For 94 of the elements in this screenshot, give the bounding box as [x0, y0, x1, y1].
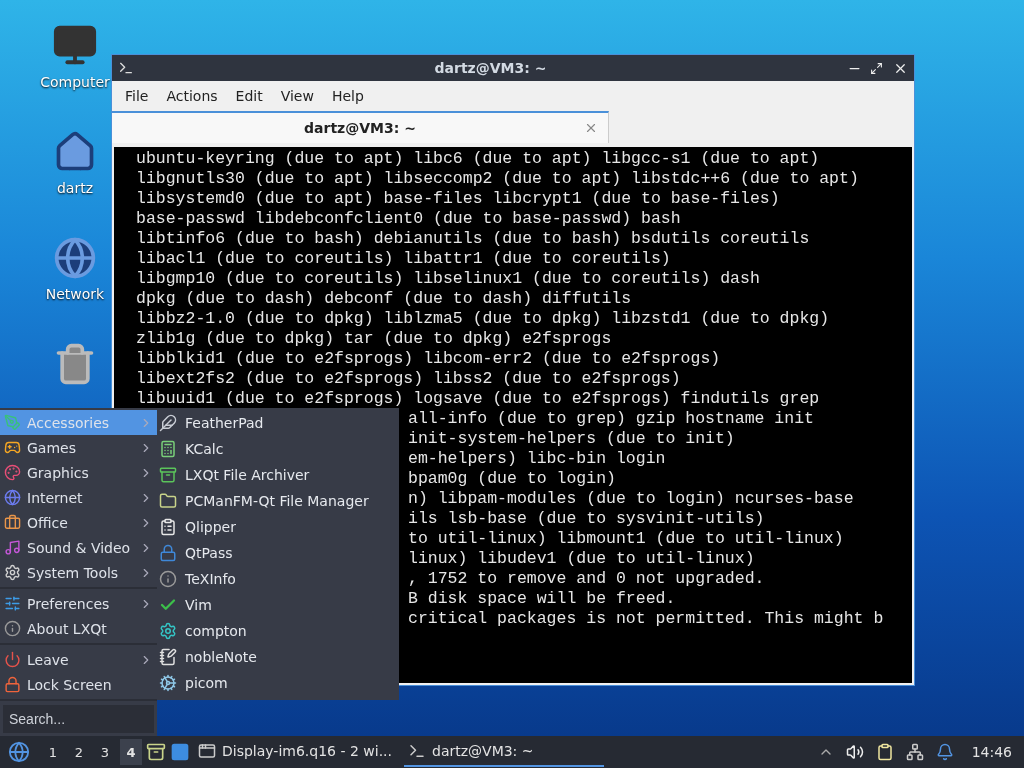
pen-icon [4, 414, 21, 431]
terminal-line: libbz2-1.0 (due to dpkg) liblzma5 (due to dpkg) libzstd1 (due to dpkg) [136, 309, 830, 329]
notebook-icon [159, 648, 177, 666]
terminal-line: libgmp10 (due to coreutils) libselinux1 (due to coreutils) dash [136, 269, 760, 289]
menu-category[interactable]: System Tools [0, 560, 157, 585]
desktop-switch[interactable]: 3 [94, 739, 116, 765]
terminal-line: bpam0g (due to login) [408, 469, 616, 489]
power-icon [4, 651, 21, 668]
menu-category[interactable]: Lock Screen [0, 672, 157, 697]
submenu-item[interactable]: nobleNote [157, 644, 399, 670]
terminal-line: init-system-helpers (due to init) [408, 429, 735, 449]
terminal-icon [408, 742, 426, 760]
submenu-item[interactable]: FeatherPad [157, 410, 399, 436]
menu-category[interactable]: Sound & Video [0, 535, 157, 560]
terminal-line: libacl1 (due to coreutils) libattr1 (due to coreutils) [136, 249, 671, 269]
globe-icon [4, 489, 21, 506]
terminal-line: libext2fs2 (due to e2fsprogs) libss2 (due to e2fsprogs) [136, 369, 681, 389]
terminal-line: to util-linux) libmount1 (due to util-linux) [408, 529, 844, 549]
briefcase-icon [4, 514, 21, 531]
terminal-line: libgnutls30 (due to apt) libseccomp2 (due to apt) libstdc++6 (due to apt) [136, 169, 859, 189]
menu-item[interactable]: View [271, 88, 323, 104]
menu-category[interactable]: Internet [0, 485, 157, 510]
menu-category[interactable]: About LXQt [0, 616, 157, 641]
menu-category[interactable]: Office [0, 510, 157, 535]
window-title: dartz@VM3: ~ [433, 60, 548, 76]
terminal-line: em-helpers) libc-bin login [408, 449, 666, 469]
notification-icon[interactable] [935, 743, 954, 761]
folder-icon [159, 492, 177, 510]
terminal-line: dpkg (due to dash) debconf (due to dash) diffutils [136, 289, 632, 309]
menu-item[interactable]: Actions [157, 88, 227, 104]
taskbar-task[interactable]: dartz@VM3: ~ [404, 737, 604, 767]
terminal-icon [118, 60, 134, 76]
terminal-line: critical packages is not permitted. This might b [408, 609, 884, 629]
terminal-line: base-passwd libdebconfclient0 (due to base-passwd) bash [136, 209, 681, 229]
desktop-icon-label[interactable]: Network [45, 286, 105, 302]
terminal-line: all-info (due to grep) gzip hostname init [408, 409, 814, 429]
menu-category[interactable]: Preferences [0, 591, 157, 616]
gamepad-icon [4, 439, 21, 456]
maximize-icon[interactable] [870, 61, 883, 75]
lock-icon [4, 676, 21, 693]
terminal-tab[interactable]: dartz@VM3: ~ [112, 111, 609, 143]
submenu-item[interactable]: PCManFM-Qt File Manager [157, 488, 399, 514]
palette-icon [4, 464, 21, 481]
desktop-switch[interactable]: 2 [68, 739, 90, 765]
terminal-line: libtinfo6 (due to bash) debianutils (due to bash) bsdutils coreutils [136, 229, 810, 249]
submenu-item[interactable]: compton [157, 618, 399, 644]
menu-item[interactable]: File [116, 88, 158, 104]
window-icon [198, 742, 216, 760]
terminal-line: libuuid1 (due to e2fsprogs) logsave (due to e2fsprogs) findutils grep [136, 389, 820, 409]
start-menu-icon[interactable] [8, 741, 30, 763]
sliders-icon [4, 595, 21, 612]
desktop-switch[interactable]: 4 [120, 739, 142, 765]
menu-category[interactable]: Games [0, 435, 157, 460]
menu-item[interactable]: Help [322, 88, 373, 104]
lock-icon [159, 544, 177, 562]
search-field[interactable]: Search... [3, 705, 154, 733]
menu-category[interactable]: Graphics [0, 460, 157, 485]
terminal-line: linux) libudev1 (due to util-linux) [408, 549, 755, 569]
submenu-item[interactable]: KCalc [157, 436, 399, 462]
submenu-item[interactable]: Qlipper [157, 514, 399, 540]
terminal-line: zlib1g (due to dpkg) tar (due to dpkg) e2fsprogs [136, 329, 612, 349]
submenu-item[interactable]: Vim [157, 592, 399, 618]
terminal-line: B disk space will be freed. [408, 589, 676, 609]
clock: 14:46 [970, 744, 1013, 760]
clipboard-icon [159, 518, 177, 536]
gear-icon [159, 622, 177, 640]
desktop-switch[interactable]: 1 [42, 739, 64, 765]
network-folder-icon[interactable] [53, 236, 97, 280]
show-desktop-icon[interactable] [170, 742, 190, 762]
file-manager-icon[interactable] [146, 742, 166, 762]
terminal-line: ubuntu-keyring (due to apt) libc6 (due to apt) libgcc-s1 (due to apt) [136, 149, 820, 169]
submenu-item[interactable]: QtPass [157, 540, 399, 566]
menu-category[interactable]: Leave [0, 647, 157, 672]
terminal-line: libblkid1 (due to e2fsprogs) libcom-err2 (due to e2fsprogs) [136, 349, 721, 369]
cog-icon [159, 674, 177, 692]
clipboard-icon[interactable] [875, 743, 894, 761]
terminal-line: libsystemd0 (due to apt) base-files libcrypt1 (due to base-files) [136, 189, 780, 209]
submenu-item[interactable]: picom [157, 670, 399, 696]
menu-item[interactable]: Edit [226, 88, 272, 104]
submenu-item[interactable]: TeXInfo [157, 566, 399, 592]
terminal-line: , 1752 to remove and 0 not upgraded. [408, 569, 765, 589]
music-icon [4, 539, 21, 556]
taskbar-task[interactable]: Display-im6.q16 - 2 wi... [194, 737, 400, 767]
terminal-line: n) libpam-modules (due to login) ncurses-base [408, 489, 854, 509]
info-icon [4, 620, 21, 637]
terminal-line: ils lsb-base (due to sysvinit-utils) [408, 509, 765, 529]
feather-icon [159, 414, 177, 432]
network-icon[interactable] [905, 743, 924, 761]
submenu-item[interactable]: LXQt File Archiver [157, 462, 399, 488]
volume-icon[interactable] [845, 743, 864, 761]
calculator-icon [159, 440, 177, 458]
archive-icon [159, 466, 177, 484]
info-icon [159, 570, 177, 588]
settings-icon [4, 564, 21, 581]
